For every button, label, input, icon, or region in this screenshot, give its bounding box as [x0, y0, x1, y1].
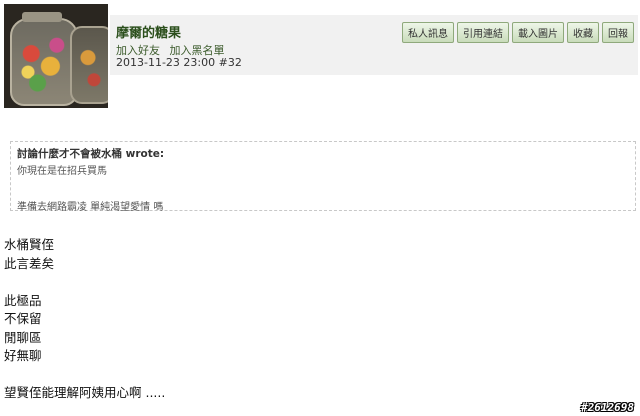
post-actions: 私人訊息 引用連結 載入圖片 收藏 回報	[402, 22, 634, 43]
body-line: 望賢侄能理解阿姨用心啊 .....	[4, 385, 166, 400]
body-line: 閒聊區	[4, 329, 42, 345]
quote-line: 你現在是在招兵買馬	[17, 166, 107, 177]
body-line: 水桶賢侄	[4, 237, 55, 252]
load-images-button[interactable]: 載入圖片	[512, 22, 564, 43]
body-line: 此言差矣	[4, 255, 55, 271]
body-line: 不保留	[4, 311, 42, 326]
quote-header: 討論什麼才不會被水桶 wrote:	[17, 148, 165, 160]
body-line: 此極品	[4, 292, 42, 308]
watermark: #2612698	[581, 401, 634, 414]
username[interactable]: 摩爾的糖果	[116, 22, 181, 41]
private-message-button[interactable]: 私人訊息	[402, 22, 454, 43]
quote-block: 討論什麼才不會被水桶 wrote: 你現在是在招兵買馬 準備去網路霸凌 單純渴望…	[10, 141, 636, 213]
quote-line: 準備去網路霸凌 單純渴望愛情 嗎	[17, 202, 164, 213]
post-number[interactable]: #32	[219, 56, 242, 69]
candy-jar-image	[10, 12, 78, 106]
candy-jar-image	[70, 26, 108, 104]
post-body: 水桶賢侄 此言差矣 此極品 不保留 閒聊區 好無聊 望賢侄能理解阿姨用心啊 ..…	[4, 236, 165, 403]
post-date: 2013-11-23 23:00	[116, 56, 216, 69]
favorite-button[interactable]: 收藏	[567, 22, 599, 43]
avatar[interactable]	[4, 4, 108, 108]
post-meta: 2013-11-23 23:00 #32	[116, 56, 242, 69]
report-button[interactable]: 回報	[602, 22, 634, 43]
quote-link-button[interactable]: 引用連結	[457, 22, 509, 43]
body-line: 好無聊	[4, 348, 42, 363]
post-header: 摩爾的糖果 加入好友 加入黑名單 2013-11-23 23:00 #32 私人…	[0, 0, 640, 108]
